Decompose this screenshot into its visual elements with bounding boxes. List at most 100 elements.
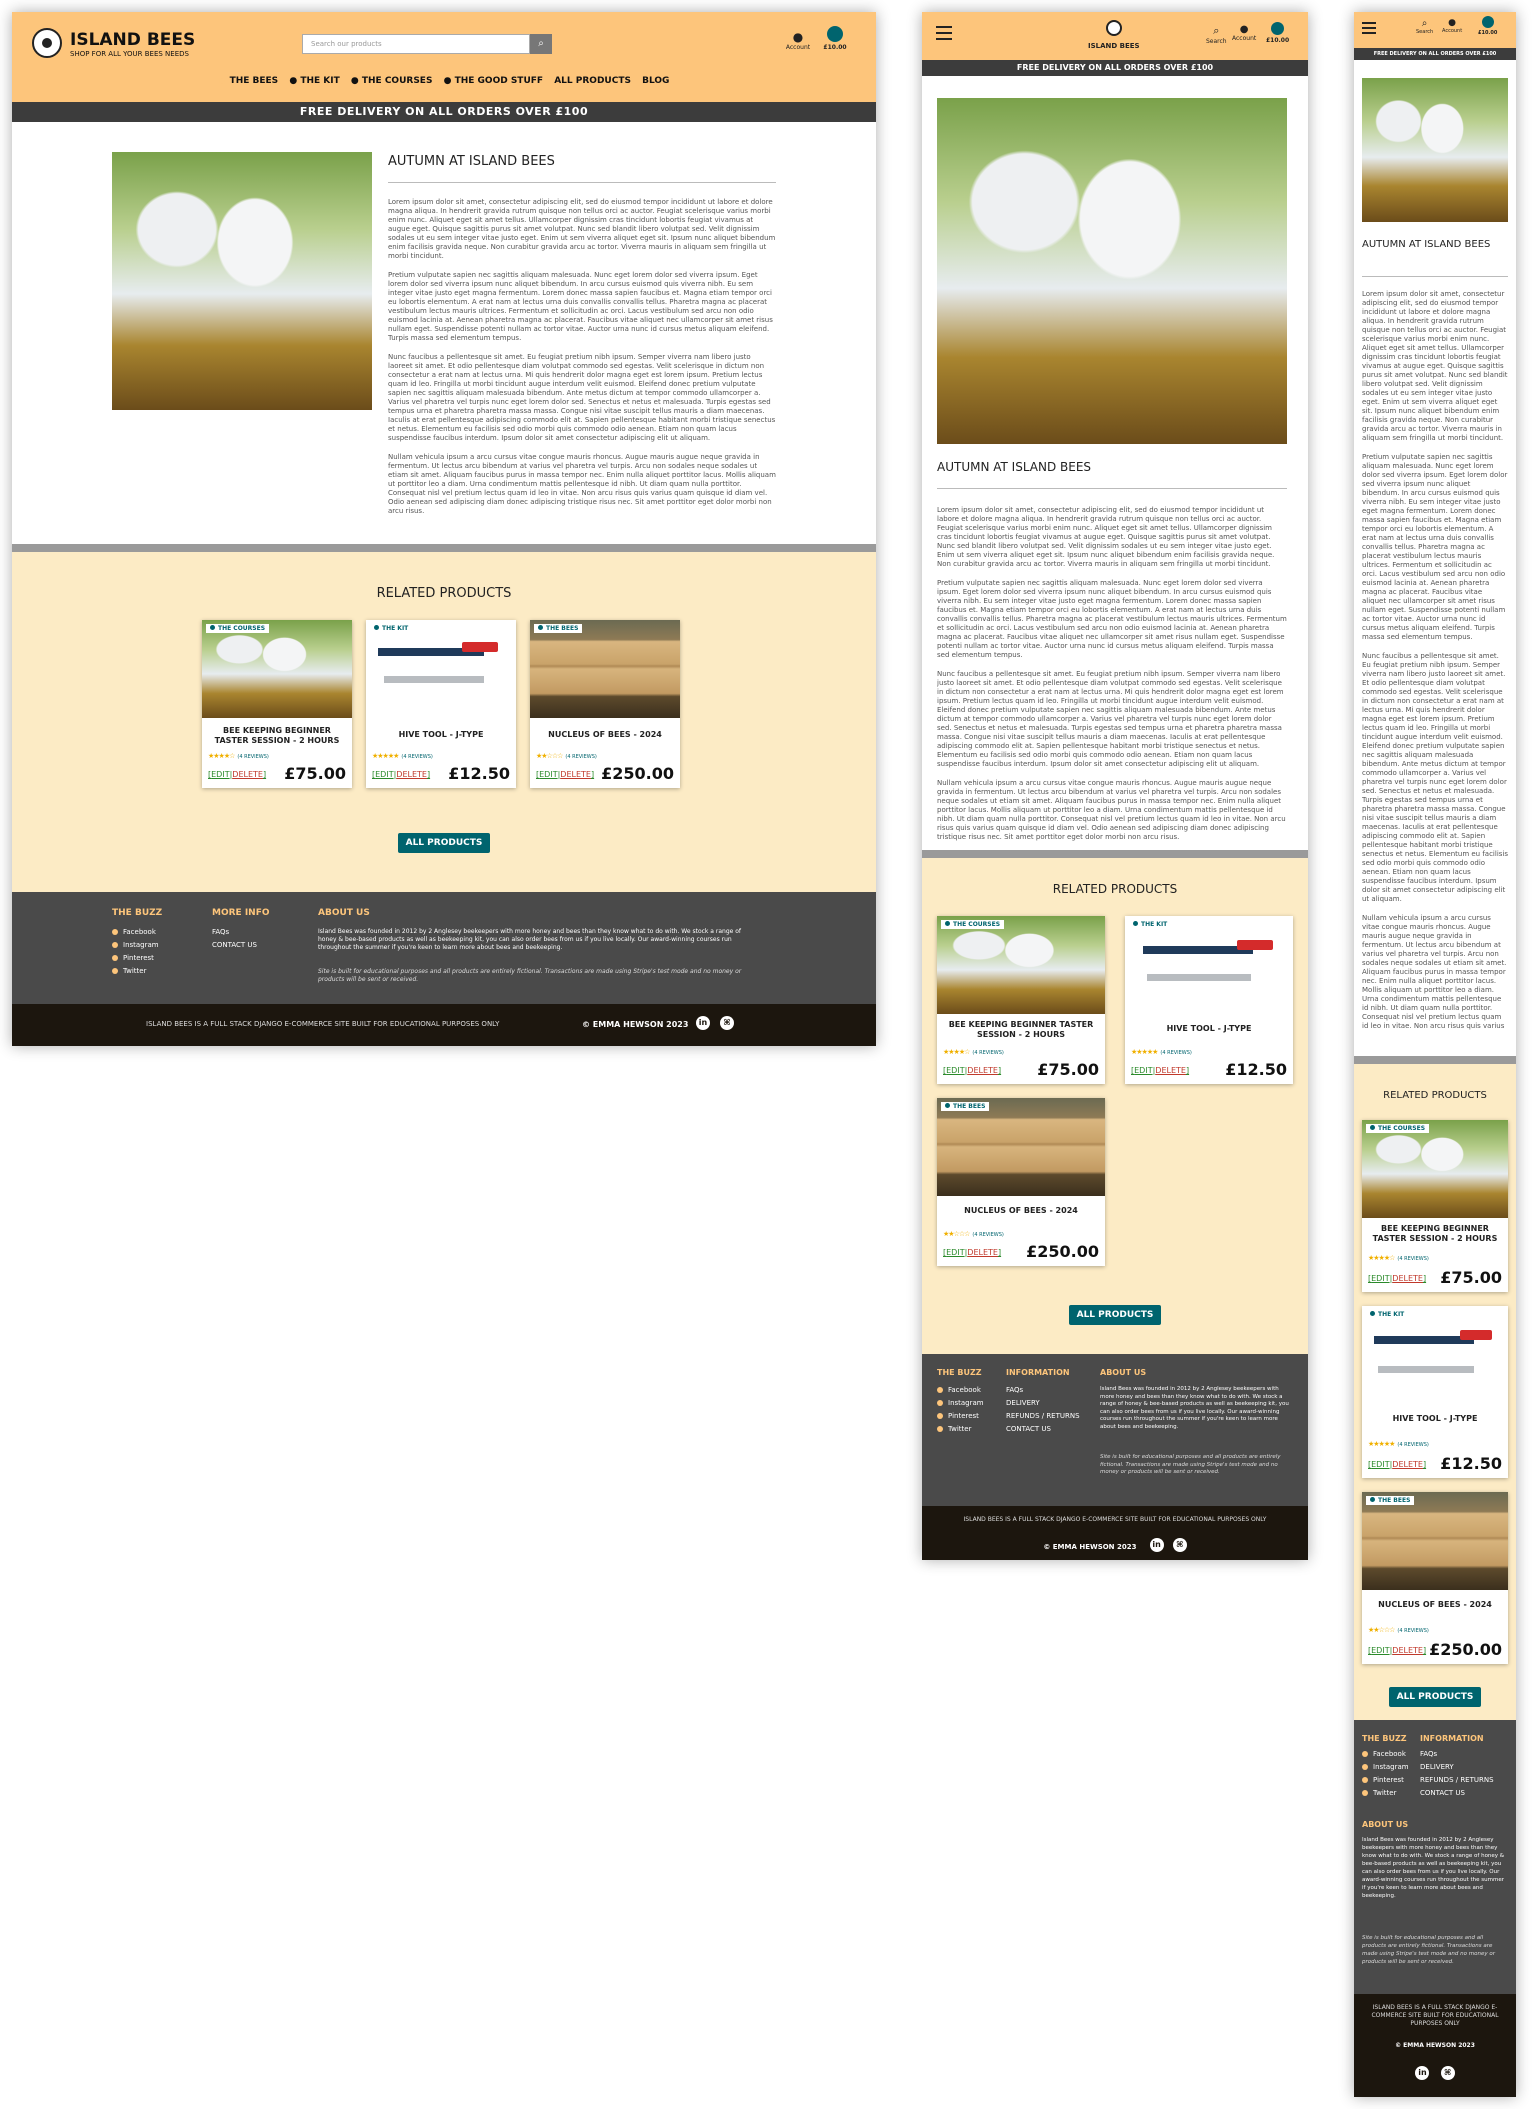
category-badge[interactable]: THE COURSES [1366,1124,1430,1133]
product-card[interactable]: THE KIT HIVE TOOL - J-TYPE ★★★★★ (4 REVIE… [1125,916,1293,1084]
delivery-link[interactable]: DELIVERY [1006,1399,1080,1407]
site-header: ⌕ Search ● Account £10.00 [1354,12,1516,48]
category-badge[interactable]: THE BEES [534,624,583,633]
product-name[interactable]: NUCLEUS OF BEES - 2024 [530,730,680,740]
refunds-link[interactable]: REFUNDS / RETURNS [1006,1412,1080,1420]
instagram-link[interactable]: Instagram [112,941,159,949]
github-icon[interactable]: ⌘ [1440,2065,1455,2080]
category-badge[interactable]: THE COURSES [206,624,270,633]
social-links: Facebook Instagram Pinterest Twitter [937,1386,984,1438]
edit-link[interactable]: [EDIT|DELETE] [1131,1066,1189,1075]
edit-link[interactable]: [EDIT|DELETE] [536,770,594,779]
all-products-button[interactable]: ALL PRODUCTS [1388,1687,1482,1707]
product-card[interactable]: THE COURSES BEE KEEPING BEGINNER TASTER … [202,620,352,788]
product-card[interactable]: THE KIT HIVE TOOL - J-TYPE ★★★★★ (4 REVIE… [366,620,516,788]
github-icon[interactable]: ⌘ [720,1016,734,1030]
basket-link[interactable]: £10.00 [1266,22,1289,44]
instagram-link[interactable]: Instagram [1362,1763,1409,1771]
basket-link[interactable]: £10.00 [1478,16,1497,36]
footer-credits: ISLAND BEES IS A FULL STACK DJANGO E-COM… [1371,2004,1499,2027]
search-input[interactable]: Search our products [302,34,530,54]
category-badge[interactable]: THE KIT [370,624,413,633]
product-name[interactable]: HIVE TOOL - J-TYPE [1362,1414,1508,1424]
product-name[interactable]: NUCLEUS OF BEES - 2024 [937,1206,1105,1216]
product-name[interactable]: NUCLEUS OF BEES - 2024 [1362,1600,1508,1610]
product-name[interactable]: HIVE TOOL - J-TYPE [1125,1024,1293,1034]
instagram-link[interactable]: Instagram [937,1399,984,1407]
category-badge[interactable]: THE BEES [941,1102,990,1111]
pinterest-link[interactable]: Pinterest [937,1412,984,1420]
delete-link[interactable]: DELETE [1392,1646,1423,1655]
delivery-link[interactable]: DELIVERY [1420,1763,1494,1771]
product-name[interactable]: BEE KEEPING BEGINNER TASTER SESSION - 2 … [1362,1224,1508,1244]
product-card[interactable]: THE KIT HIVE TOOL - J-TYPE ★★★★★ (4 REVIE… [1362,1306,1508,1478]
delete-link[interactable]: DELETE [967,1066,998,1075]
category-badge[interactable]: THE KIT [1366,1310,1409,1319]
basket-link[interactable]: £10.00 [820,26,850,51]
nav-the-bees[interactable]: THE BEES [219,76,279,86]
contact-link[interactable]: CONTACT US [1420,1789,1494,1797]
edit-link[interactable]: [EDIT|DELETE] [1368,1646,1426,1655]
search-link[interactable]: ⌕ Search [1206,24,1227,45]
linkedin-icon[interactable]: in [696,1016,710,1030]
edit-link[interactable]: [EDIT|DELETE] [208,770,266,779]
faqs-link[interactable]: FAQs [1006,1386,1080,1394]
nav-blog[interactable]: BLOG [642,76,669,86]
search-button[interactable]: ⌕ [530,34,552,54]
edit-link[interactable]: [EDIT|DELETE] [943,1066,1001,1075]
pinterest-link[interactable]: Pinterest [112,954,159,962]
twitter-link[interactable]: Twitter [937,1425,984,1433]
facebook-link[interactable]: Facebook [937,1386,984,1394]
search-link[interactable]: ⌕ Search [1416,18,1433,35]
delete-link[interactable]: DELETE [1392,1274,1423,1283]
account-link[interactable]: ● Account [784,30,812,51]
product-card[interactable]: THE BEES NUCLEUS OF BEES - 2024 ★★☆☆☆ (4 … [530,620,680,788]
product-name[interactable]: BEE KEEPING BEGINNER TASTER SESSION - 2 … [202,726,352,746]
edit-link[interactable]: [EDIT|DELETE] [372,770,430,779]
category-badge[interactable]: THE BEES [1366,1496,1415,1505]
delete-link[interactable]: DELETE [232,770,263,779]
contact-link[interactable]: CONTACT US [1006,1425,1080,1433]
pinterest-link[interactable]: Pinterest [1362,1776,1409,1784]
product-card[interactable]: THE BEES NUCLEUS OF BEES - 2024 ★★☆☆☆ (4 … [937,1098,1105,1266]
account-link[interactable]: ● Account [1232,24,1256,42]
edit-link[interactable]: [EDIT|DELETE] [1368,1274,1426,1283]
nav-all-products[interactable]: ALL PRODUCTS [554,76,631,86]
category-badge[interactable]: THE COURSES [941,920,1005,929]
faqs-link[interactable]: FAQs [212,928,257,936]
product-card[interactable]: THE COURSES BEE KEEPING BEGINNER TASTER … [937,916,1105,1084]
edit-link[interactable]: [EDIT|DELETE] [1368,1460,1426,1469]
twitter-link[interactable]: Twitter [112,967,159,975]
delete-link[interactable]: DELETE [967,1248,998,1257]
product-name[interactable]: HIVE TOOL - J-TYPE [366,730,516,740]
contact-link[interactable]: CONTACT US [212,941,257,949]
product-card[interactable]: THE BEES NUCLEUS OF BEES - 2024 ★★☆☆☆ (4 … [1362,1492,1508,1664]
nav-the-good-stuff[interactable]: ● THE GOOD STUFF [444,76,543,86]
bee-logo-icon[interactable] [1106,20,1122,36]
facebook-link[interactable]: Facebook [1362,1750,1409,1758]
github-icon[interactable]: ⌘ [1172,1537,1187,1552]
all-products-button[interactable]: ALL PRODUCTS [397,833,491,853]
linkedin-icon[interactable]: in [1415,2065,1430,2080]
delete-link[interactable]: DELETE [1392,1460,1423,1469]
all-products-button[interactable]: ALL PRODUCTS [1068,1305,1162,1325]
category-badge[interactable]: THE KIT [1129,920,1172,929]
faqs-link[interactable]: FAQs [1420,1750,1494,1758]
brand-name[interactable]: ISLAND BEES [1088,42,1140,50]
delete-link[interactable]: DELETE [396,770,427,779]
delete-link[interactable]: DELETE [1155,1066,1186,1075]
facebook-link[interactable]: Facebook [112,928,159,936]
refunds-link[interactable]: REFUNDS / RETURNS [1420,1776,1494,1784]
product-card[interactable]: THE COURSES BEE KEEPING BEGINNER TASTER … [1362,1120,1508,1292]
post-paragraph: Nunc faucibus a pellentesque sit amet. E… [1362,652,1508,903]
linkedin-icon[interactable]: in [1149,1537,1164,1552]
product-name[interactable]: BEE KEEPING BEGINNER TASTER SESSION - 2 … [937,1020,1105,1040]
nav-the-courses[interactable]: ● THE COURSES [351,76,433,86]
nav-the-kit[interactable]: ● THE KIT [289,76,339,86]
hamburger-menu-icon[interactable] [936,26,952,40]
edit-link[interactable]: [EDIT|DELETE] [943,1248,1001,1257]
account-link[interactable]: ● Account [1442,18,1462,34]
twitter-link[interactable]: Twitter [1362,1789,1409,1797]
delete-link[interactable]: DELETE [560,770,591,779]
hamburger-menu-icon[interactable] [1362,22,1376,34]
